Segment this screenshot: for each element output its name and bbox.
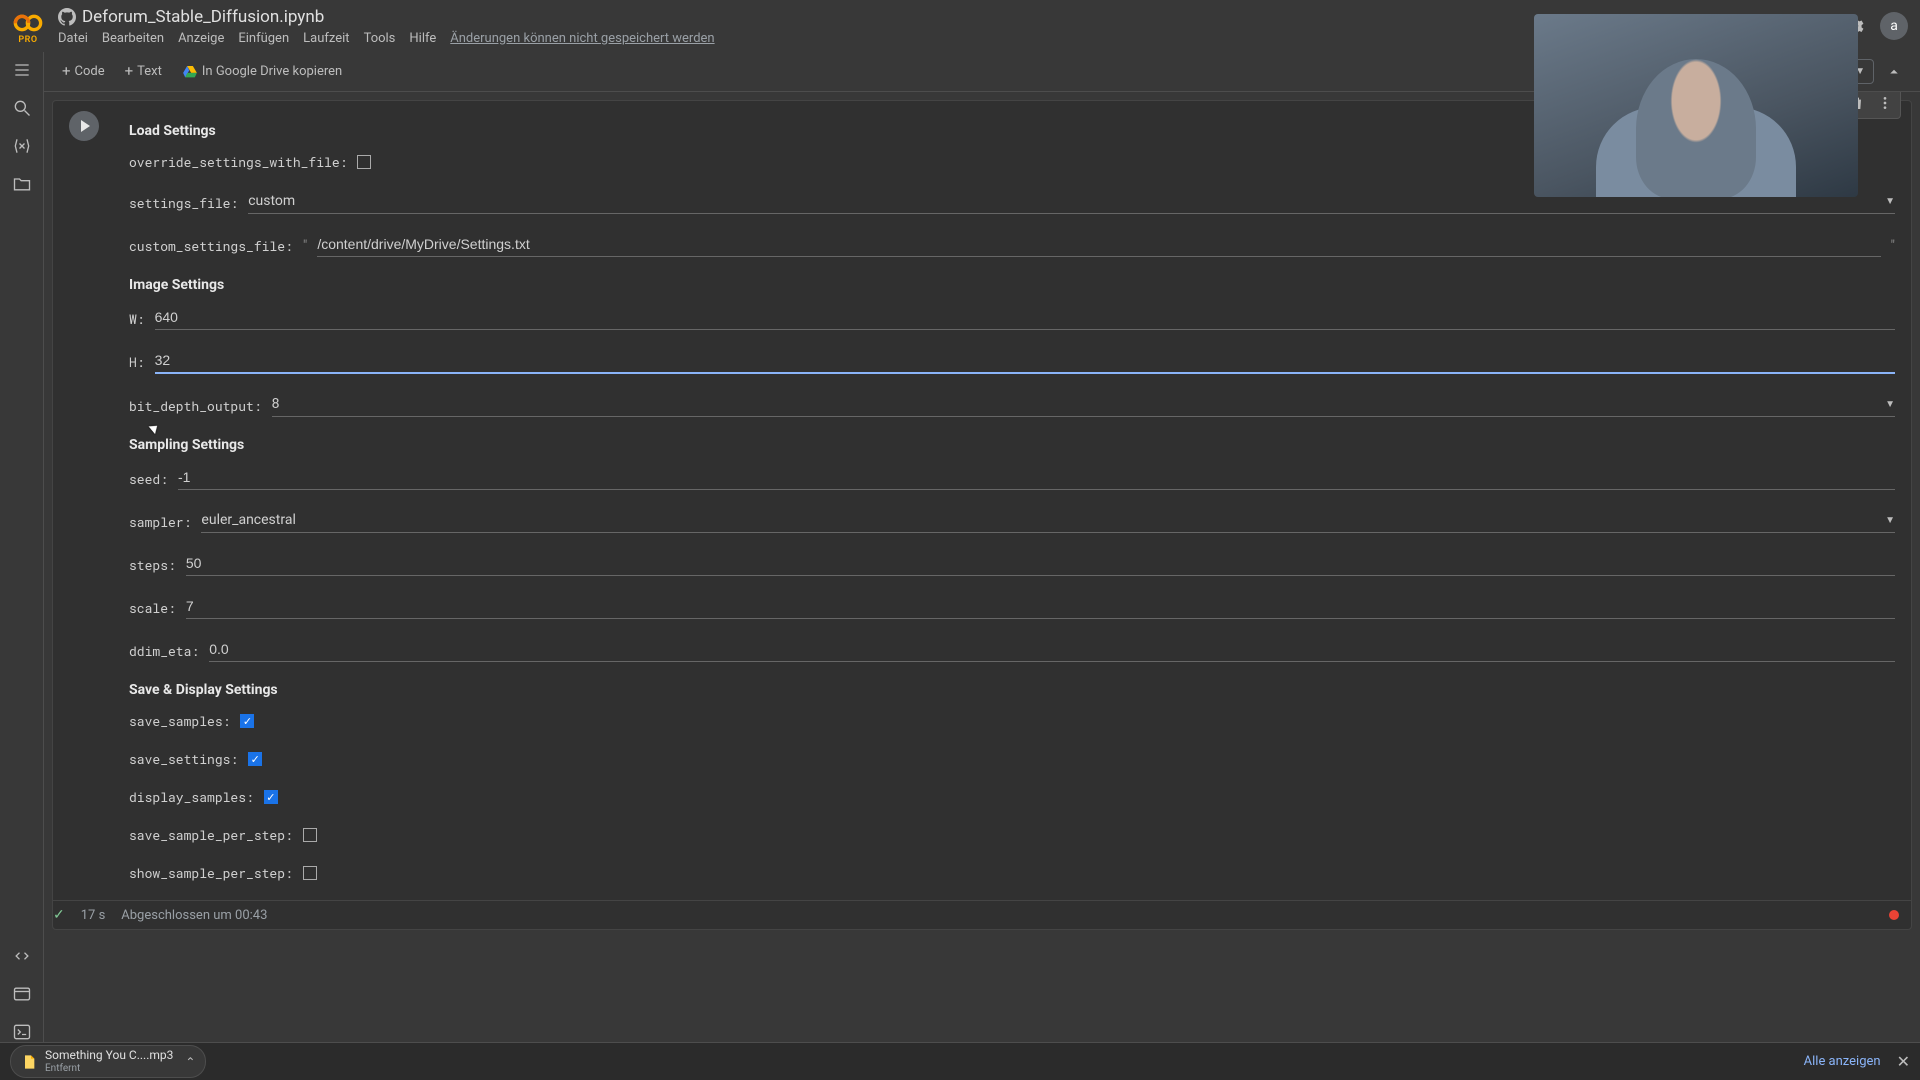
colab-logo[interactable]: PRO bbox=[12, 7, 44, 45]
menu-einfuegen[interactable]: Einfügen bbox=[238, 31, 289, 46]
checkbox-save-samples[interactable] bbox=[240, 714, 254, 728]
close-downloads-icon[interactable]: ✕ bbox=[1897, 1052, 1910, 1071]
menu-anzeige[interactable]: Anzeige bbox=[178, 31, 224, 46]
variables-icon[interactable] bbox=[12, 136, 32, 156]
checkbox-show-sample-per-step[interactable] bbox=[303, 866, 317, 880]
input-seed[interactable] bbox=[178, 467, 1895, 490]
notebook-title[interactable]: Deforum_Stable_Diffusion.ipynb bbox=[82, 7, 324, 27]
terminal-icon[interactable] bbox=[12, 1022, 32, 1042]
input-ddim-eta[interactable] bbox=[209, 639, 1895, 662]
label-custom-settings-file: custom_settings_file: bbox=[129, 237, 293, 255]
command-palette-icon[interactable] bbox=[12, 984, 32, 1004]
exec-completed: Abgeschlossen um 00:43 bbox=[121, 908, 267, 923]
save-warning[interactable]: Änderungen können nicht gespeichert werd… bbox=[450, 31, 714, 46]
title-block: Deforum_Stable_Diffusion.ipynb Datei Bea… bbox=[58, 7, 715, 46]
checkbox-display-samples[interactable] bbox=[264, 790, 278, 804]
settings-cell: Load Settings override_settings_with_fil… bbox=[52, 100, 1912, 930]
input-steps[interactable] bbox=[186, 553, 1895, 576]
input-scale[interactable] bbox=[186, 596, 1895, 619]
label-override: override_settings_with_file: bbox=[129, 153, 347, 171]
label-save-samples: save_samples: bbox=[129, 712, 230, 730]
menu-bar: Datei Bearbeiten Anzeige Einfügen Laufze… bbox=[58, 31, 715, 46]
menu-datei[interactable]: Datei bbox=[58, 31, 88, 46]
account-avatar[interactable]: a bbox=[1880, 12, 1908, 40]
quote-close: " bbox=[1891, 238, 1895, 254]
chevron-up-icon[interactable]: ⌃ bbox=[185, 1055, 195, 1069]
download-item[interactable]: Something You C....mp3 Entfernt ⌃ bbox=[10, 1045, 206, 1077]
download-status: Entfernt bbox=[45, 1063, 173, 1074]
label-h: H: bbox=[129, 353, 145, 371]
label-ddim-eta: ddim_eta: bbox=[129, 642, 199, 660]
label-save-sample-per-step: save_sample_per_step: bbox=[129, 826, 293, 844]
menu-bearbeiten[interactable]: Bearbeiten bbox=[102, 31, 164, 46]
quote-open: " bbox=[303, 238, 307, 254]
label-scale: scale: bbox=[129, 599, 176, 617]
checkbox-save-sample-per-step[interactable] bbox=[303, 828, 317, 842]
label-w: W: bbox=[129, 310, 145, 328]
files-icon[interactable] bbox=[12, 174, 32, 194]
label-steps: steps: bbox=[129, 556, 176, 574]
checkbox-save-settings[interactable] bbox=[248, 752, 262, 766]
label-seed: seed: bbox=[129, 470, 168, 488]
search-icon[interactable] bbox=[12, 98, 32, 118]
left-rail bbox=[0, 52, 44, 1042]
section-sampling-settings: Sampling Settings bbox=[129, 437, 1895, 453]
run-cell-button[interactable] bbox=[69, 111, 99, 141]
section-save-display: Save & Display Settings bbox=[129, 682, 1895, 698]
label-save-settings: save_settings: bbox=[129, 750, 238, 768]
input-width[interactable] bbox=[155, 307, 1895, 330]
github-icon bbox=[58, 8, 76, 26]
select-sampler[interactable]: euler_ancestral ▼ bbox=[201, 510, 1895, 533]
chevron-down-icon: ▼ bbox=[1885, 515, 1895, 526]
label-show-sample-per-step: show_sample_per_step: bbox=[129, 864, 293, 882]
label-display-samples: display_samples: bbox=[129, 788, 254, 806]
input-custom-settings-file[interactable] bbox=[317, 234, 1880, 257]
chevron-down-icon: ▼ bbox=[1885, 196, 1895, 207]
pro-badge: PRO bbox=[18, 35, 37, 45]
menu-tools[interactable]: Tools bbox=[364, 31, 396, 46]
menu-laufzeit[interactable]: Laufzeit bbox=[303, 31, 349, 46]
label-sampler: sampler: bbox=[129, 513, 191, 531]
label-bit-depth: bit_depth_output: bbox=[129, 397, 262, 415]
collapse-icon[interactable] bbox=[1880, 58, 1908, 86]
input-height[interactable] bbox=[155, 350, 1895, 374]
select-bit-depth[interactable]: 8 ▼ bbox=[272, 394, 1895, 417]
cell-status-footer: ✓ 17 s Abgeschlossen um 00:43 bbox=[53, 900, 1911, 929]
section-image-settings: Image Settings bbox=[129, 277, 1895, 293]
toc-icon[interactable] bbox=[12, 60, 32, 80]
add-text-button[interactable]: +Text bbox=[115, 60, 172, 83]
webcam-overlay bbox=[1534, 14, 1858, 197]
code-snippets-icon[interactable] bbox=[12, 946, 32, 966]
recording-indicator-icon bbox=[1889, 910, 1899, 920]
notebook-main: Load Settings override_settings_with_fil… bbox=[44, 92, 1920, 1042]
copy-to-drive-button[interactable]: In Google Drive kopieren bbox=[172, 60, 352, 84]
chevron-down-icon: ▼ bbox=[1885, 399, 1895, 410]
drive-icon bbox=[182, 64, 198, 80]
add-code-button[interactable]: +Code bbox=[52, 60, 115, 83]
menu-hilfe[interactable]: Hilfe bbox=[409, 31, 436, 46]
cell-menu-icon[interactable] bbox=[1872, 92, 1898, 116]
download-filename: Something You C....mp3 bbox=[45, 1049, 173, 1062]
downloads-bar: Something You C....mp3 Entfernt ⌃ Alle a… bbox=[0, 1042, 1920, 1080]
show-all-downloads[interactable]: Alle anzeigen bbox=[1804, 1054, 1881, 1069]
file-icon bbox=[21, 1054, 37, 1070]
checkbox-override[interactable] bbox=[357, 155, 371, 169]
label-settings-file: settings_file: bbox=[129, 194, 238, 212]
